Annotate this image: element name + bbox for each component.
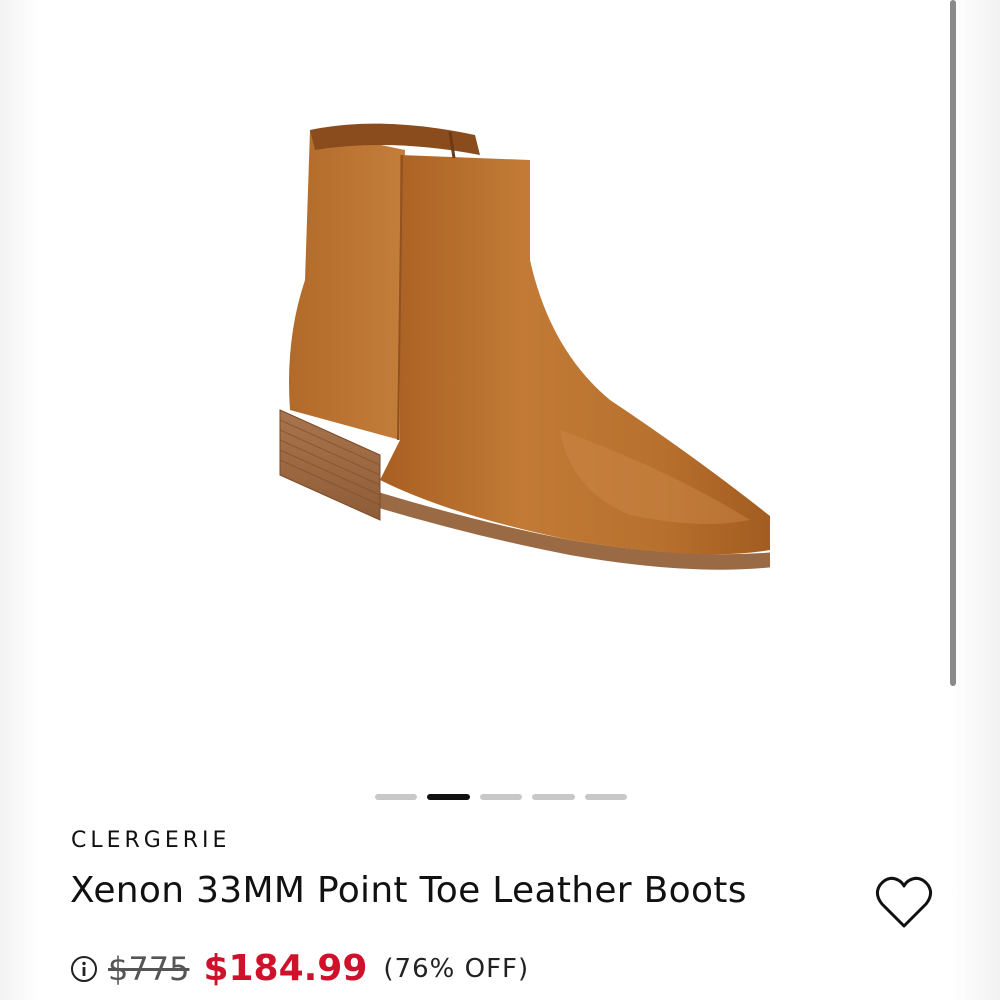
gallery-dot[interactable] bbox=[479, 794, 523, 800]
gallery-pagination bbox=[375, 794, 628, 800]
gallery-dot[interactable] bbox=[584, 794, 628, 800]
price-row: $775 $184.99 (76% OFF) bbox=[70, 948, 529, 989]
info-circle-icon[interactable] bbox=[70, 955, 98, 983]
right-edge-shadow bbox=[950, 0, 1000, 1000]
original-price: $775 bbox=[108, 949, 190, 988]
scrollbar[interactable] bbox=[950, 0, 956, 686]
gallery-dot[interactable] bbox=[375, 794, 418, 800]
brand-name[interactable]: CLERGERIE bbox=[71, 828, 230, 853]
discount-label: (76% OFF) bbox=[383, 953, 530, 984]
product-image bbox=[279, 123, 770, 570]
wishlist-button[interactable] bbox=[872, 872, 936, 932]
gallery-dot-active[interactable] bbox=[427, 794, 470, 800]
gallery-dot[interactable] bbox=[532, 794, 575, 800]
heart-outline-icon bbox=[875, 876, 933, 928]
product-page: CLERGERIE Xenon 33MM Point Toe Leather B… bbox=[0, 0, 1000, 1000]
sale-price: $184.99 bbox=[203, 948, 368, 989]
product-image-gallery[interactable] bbox=[40, 0, 940, 770]
product-title: Xenon 33MM Point Toe Leather Boots bbox=[70, 870, 747, 911]
left-edge-shadow bbox=[0, 0, 38, 1000]
